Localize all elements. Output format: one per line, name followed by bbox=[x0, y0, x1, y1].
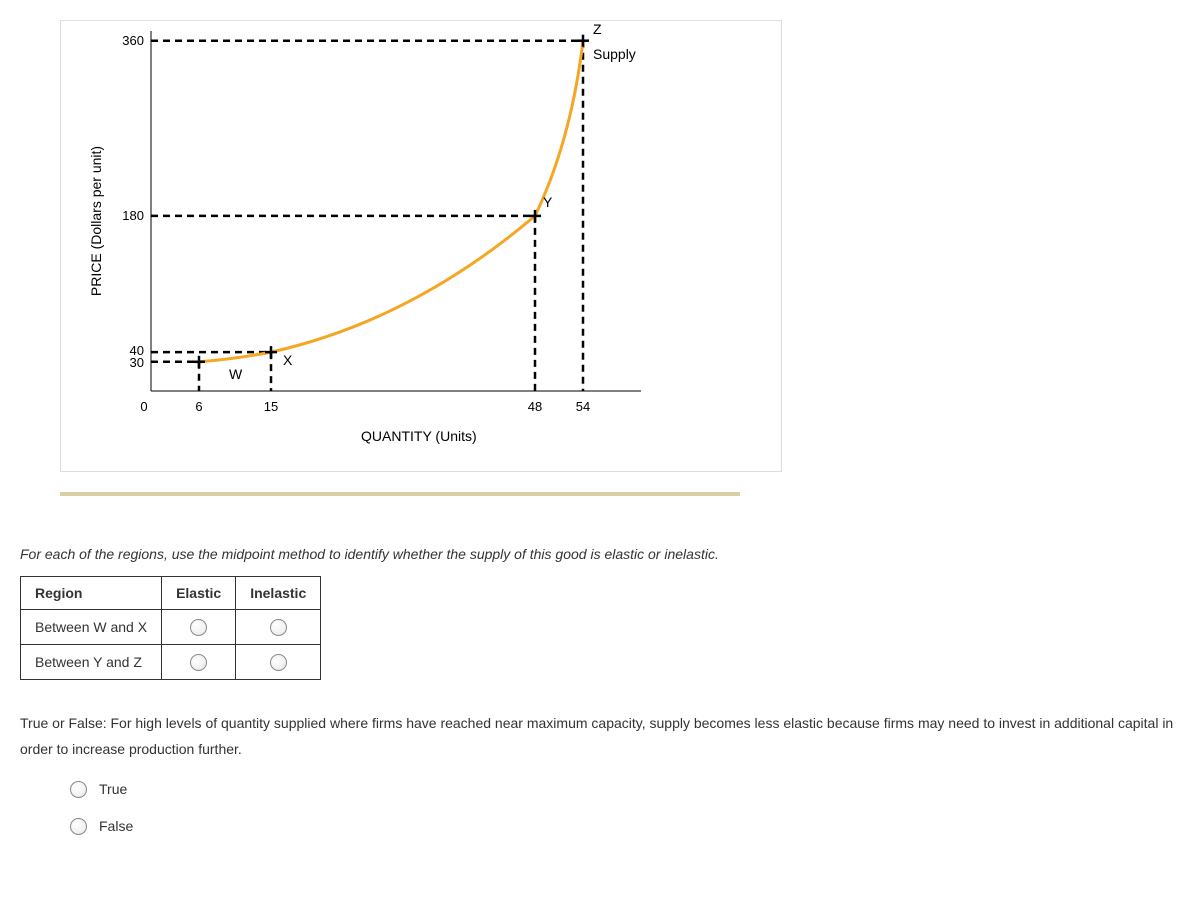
supply-chart: 360 180 40 30 0 6 15 48 54 W X Y Z Suppl… bbox=[60, 20, 782, 472]
label-false: False bbox=[99, 818, 133, 834]
table-row: Between W and X bbox=[21, 610, 321, 645]
xtick-54: 54 bbox=[576, 399, 590, 414]
radio-yz-inelastic[interactable] bbox=[270, 654, 287, 671]
chart-svg: 360 180 40 30 0 6 15 48 54 W X Y Z Suppl… bbox=[81, 21, 721, 451]
chart-divider bbox=[60, 492, 740, 496]
ytick-180: 180 bbox=[122, 208, 144, 223]
label-true: True bbox=[99, 781, 127, 797]
xtick-15: 15 bbox=[264, 399, 278, 414]
radio-wx-inelastic[interactable] bbox=[270, 619, 287, 636]
y-axis-label: PRICE (Dollars per unit) bbox=[88, 146, 104, 296]
th-region: Region bbox=[21, 577, 162, 610]
row-wx-label: Between W and X bbox=[21, 610, 162, 645]
table-row: Between Y and Z bbox=[21, 644, 321, 679]
xtick-6: 6 bbox=[195, 399, 202, 414]
row-yz-label: Between Y and Z bbox=[21, 644, 162, 679]
true-false-options: True False bbox=[70, 781, 1180, 835]
label-y: Y bbox=[543, 194, 553, 210]
elasticity-table: Region Elastic Inelastic Between W and X… bbox=[20, 576, 321, 680]
ytick-360: 360 bbox=[122, 33, 144, 48]
label-z: Z bbox=[593, 21, 602, 37]
question-1-text: For each of the regions, use the midpoin… bbox=[20, 546, 1180, 562]
supply-curve bbox=[199, 41, 583, 362]
radio-yz-elastic[interactable] bbox=[190, 654, 207, 671]
radio-true[interactable] bbox=[70, 781, 87, 798]
th-elastic: Elastic bbox=[162, 577, 236, 610]
label-x: X bbox=[283, 352, 293, 368]
point-markers bbox=[193, 35, 589, 368]
xtick-48: 48 bbox=[528, 399, 542, 414]
radio-wx-elastic[interactable] bbox=[190, 619, 207, 636]
radio-false[interactable] bbox=[70, 818, 87, 835]
xtick-0: 0 bbox=[140, 399, 147, 414]
x-axis-label: QUANTITY (Units) bbox=[361, 428, 477, 444]
label-w: W bbox=[229, 366, 243, 382]
label-supply: Supply bbox=[593, 46, 636, 62]
th-inelastic: Inelastic bbox=[236, 577, 321, 610]
question-2-text: True or False: For high levels of quanti… bbox=[20, 710, 1180, 763]
ytick-30: 30 bbox=[130, 355, 144, 370]
